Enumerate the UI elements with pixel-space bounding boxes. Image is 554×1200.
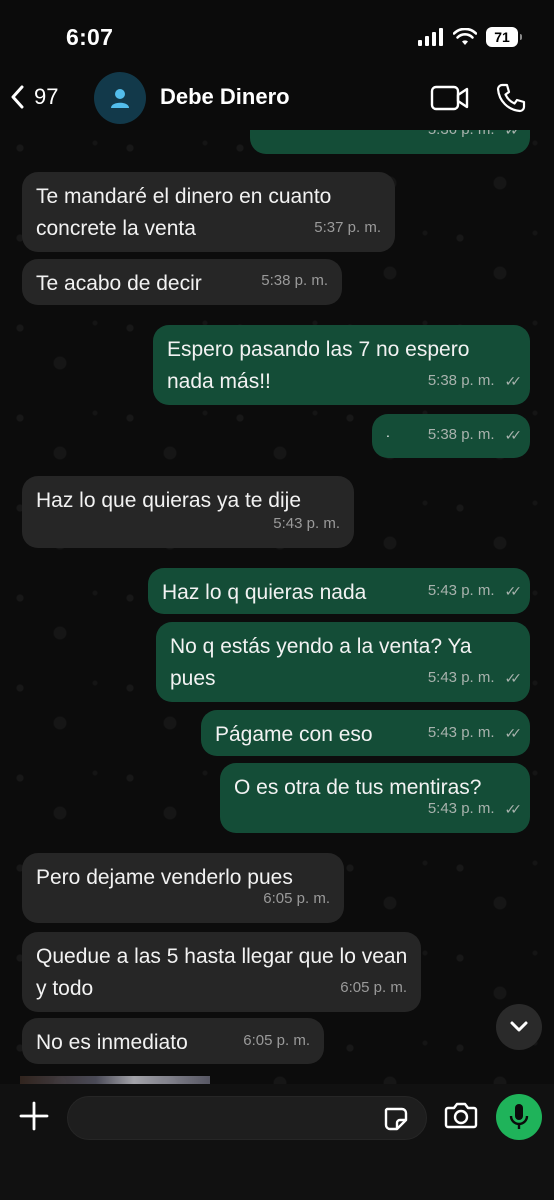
- chat-header: 97 Debe Dinero: [0, 64, 554, 130]
- message-time: 5:43 p. m.: [427, 669, 495, 686]
- read-ticks-icon: ✓✓: [504, 725, 523, 741]
- message-incoming[interactable]: Te mandaré el dinero en cuanto concrete …: [22, 172, 395, 252]
- unread-count: 97: [34, 84, 59, 109]
- video-camera-icon: [430, 85, 469, 111]
- message-outgoing[interactable]: O es otra de tus mentiras? 5:43 p. m. ✓✓: [220, 763, 530, 833]
- message-meta: 5:38 p. m. ✓✓: [427, 365, 523, 397]
- message-incoming[interactable]: No es inmediato 6:05 p. m.: [22, 1018, 324, 1064]
- back-button[interactable]: 97: [10, 80, 58, 114]
- contact-name[interactable]: Debe Dinero: [160, 84, 290, 110]
- read-ticks-icon: ✓✓: [504, 427, 523, 443]
- message-meta: 5:43 p. m. ✓✓: [427, 717, 523, 749]
- attach-button[interactable]: [18, 1100, 50, 1132]
- camera-button[interactable]: [444, 1100, 478, 1135]
- message-meta: 5:37 p. m.: [314, 212, 381, 244]
- read-ticks-icon: ✓✓: [504, 801, 523, 817]
- phone-icon: [496, 83, 526, 113]
- message-time: 5:38 p. m.: [427, 372, 495, 389]
- plus-icon: [19, 1101, 49, 1131]
- message-time: 5:37 p. m.: [314, 219, 381, 236]
- battery-indicator: 71: [486, 27, 522, 47]
- camera-icon: [444, 1102, 478, 1129]
- message-incoming[interactable]: Quedue a las 5 hasta llegar que lo vean …: [22, 932, 421, 1012]
- contact-avatar[interactable]: [94, 72, 146, 124]
- message-input-bar: [0, 1084, 554, 1200]
- status-icons: 71: [418, 26, 522, 48]
- message-meta: 6:05 p. m.: [263, 883, 330, 915]
- message-text: .: [386, 424, 390, 440]
- message-time: 5:43 p. m.: [427, 724, 495, 741]
- incoming-media-preview[interactable]: [20, 1076, 210, 1084]
- message-time: 6:05 p. m.: [243, 1032, 310, 1049]
- read-ticks-icon: ✓✓: [504, 670, 523, 686]
- message-meta: 5:43 p. m. ✓✓: [427, 793, 523, 825]
- wifi-icon: [453, 28, 477, 45]
- message-outgoing[interactable]: . 5:38 p. m. ✓✓: [372, 414, 530, 458]
- message-text-field[interactable]: [67, 1096, 427, 1140]
- read-ticks-icon: ✓✓: [504, 583, 523, 599]
- message-outgoing[interactable]: No q estás yendo a la venta? Ya pues 5:4…: [156, 622, 530, 702]
- message-time: 6:05 p. m.: [340, 979, 407, 996]
- message-time: 6:05 p. m.: [263, 890, 330, 907]
- message-incoming[interactable]: Te acabo de decir 5:38 p. m.: [22, 259, 342, 305]
- person-icon: [111, 89, 129, 108]
- message-incoming[interactable]: Pero dejame venderlo pues 6:05 p. m.: [22, 853, 344, 923]
- message-meta: 5:38 p. m.: [261, 265, 328, 297]
- message-meta: 5:43 p. m. ✓✓: [427, 575, 523, 607]
- message-outgoing[interactable]: Págame con eso 5:43 p. m. ✓✓: [201, 710, 530, 756]
- message-time: 5:43 p. m.: [427, 800, 495, 817]
- chevron-left-icon: [11, 85, 24, 109]
- message-time: 5:38 p. m.: [261, 272, 328, 289]
- message-meta: 6:05 p. m.: [243, 1025, 310, 1057]
- sticker-button[interactable]: [382, 1105, 410, 1138]
- message-input[interactable]: [68, 1097, 386, 1139]
- status-time: 6:07: [66, 24, 114, 50]
- message-meta: 5:43 p. m. ✓✓: [427, 662, 523, 694]
- message-meta: 5:38 p. m. ✓✓: [427, 419, 523, 451]
- microphone-icon: [509, 1104, 529, 1129]
- scroll-to-bottom-button[interactable]: [496, 1004, 542, 1050]
- signal-icon: [418, 28, 443, 46]
- message-time: 5:38 p. m.: [427, 426, 495, 443]
- message-outgoing[interactable]: Haz lo q quieras nada 5:43 p. m. ✓✓: [148, 568, 530, 614]
- chevron-down-icon: [510, 1021, 528, 1032]
- message-time: 5:43 p. m.: [273, 515, 340, 532]
- voice-message-button[interactable]: [496, 1094, 542, 1140]
- message-outgoing[interactable]: Espero pasando las 7 no espero nada más!…: [153, 325, 530, 405]
- voice-call-button[interactable]: [495, 82, 527, 119]
- message-time: 5:43 p. m.: [427, 582, 495, 599]
- sticker-icon: [384, 1107, 408, 1131]
- message-meta: 6:05 p. m.: [340, 972, 407, 1004]
- read-ticks-icon: ✓✓: [504, 373, 523, 389]
- message-incoming[interactable]: Haz lo que quieras ya te dije 5:43 p. m.: [22, 476, 354, 548]
- message-meta: 5:43 p. m.: [273, 508, 340, 540]
- video-call-button[interactable]: [430, 84, 470, 117]
